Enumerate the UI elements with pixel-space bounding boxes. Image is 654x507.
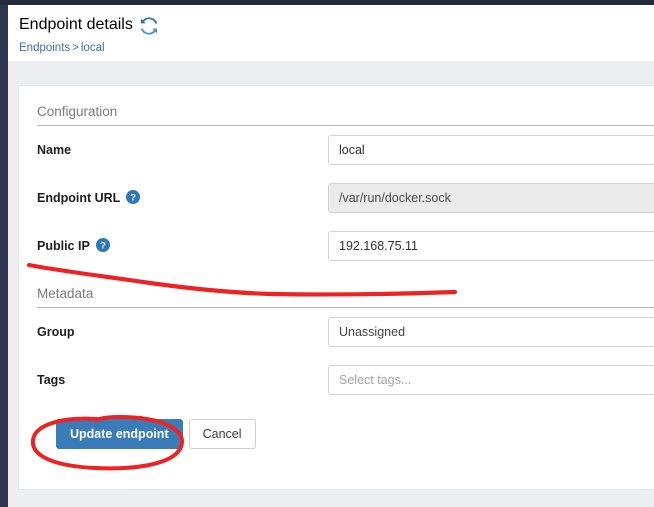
breadcrumb-current-local: local bbox=[80, 42, 105, 54]
name-input[interactable]: local bbox=[328, 135, 654, 165]
breadcrumb: Endpoints > local bbox=[19, 42, 654, 54]
form-row-tags: Tags Select tags... bbox=[37, 356, 654, 404]
breadcrumb-separator: > bbox=[72, 42, 79, 54]
form-row-endpoint-url: Endpoint URL ? /var/run/docker.sock bbox=[37, 174, 654, 222]
form-row-name: Name local bbox=[37, 126, 654, 174]
help-icon-svg: ? bbox=[126, 189, 141, 204]
refresh-icon-svg bbox=[140, 17, 158, 35]
endpoint-details-panel: Configuration Name local Endpoint URL ? … bbox=[18, 85, 654, 490]
endpoint-url-input: /var/run/docker.sock bbox=[328, 183, 654, 213]
public-ip-input[interactable]: 192.168.75.11 bbox=[328, 231, 654, 261]
label-tags: Tags bbox=[37, 373, 328, 387]
label-endpoint-url-text: Endpoint URL bbox=[37, 191, 121, 205]
form-row-public-ip: Public IP ? 192.168.75.11 bbox=[37, 222, 654, 270]
help-icon-svg: ? bbox=[95, 237, 110, 252]
label-endpoint-url: Endpoint URL ? bbox=[37, 189, 328, 207]
cancel-button[interactable]: Cancel bbox=[188, 419, 256, 449]
breadcrumb-link-endpoints[interactable]: Endpoints bbox=[19, 42, 70, 54]
help-icon-endpoint-url[interactable]: ? bbox=[126, 189, 141, 207]
action-button-row: Update endpoint Cancel bbox=[37, 419, 654, 449]
title-row: Endpoint details bbox=[19, 12, 654, 38]
label-tags-text: Tags bbox=[37, 373, 66, 387]
section-header-configuration: Configuration bbox=[37, 86, 654, 126]
tags-select[interactable]: Select tags... bbox=[328, 365, 654, 395]
section-header-metadata: Metadata bbox=[37, 270, 654, 308]
svg-text:?: ? bbox=[100, 240, 106, 251]
label-name-text: Name bbox=[37, 143, 72, 157]
label-name: Name bbox=[37, 143, 328, 157]
page-header: Endpoint details Endpoints > local bbox=[8, 5, 654, 61]
form-row-group: Group Unassigned bbox=[37, 308, 654, 356]
label-public-ip: Public IP ? bbox=[37, 237, 328, 255]
page-title: Endpoint details bbox=[19, 16, 133, 33]
sidebar-rail bbox=[0, 5, 8, 507]
refresh-icon[interactable] bbox=[140, 15, 158, 35]
update-endpoint-button[interactable]: Update endpoint bbox=[56, 419, 183, 449]
group-select[interactable]: Unassigned bbox=[328, 317, 654, 347]
svg-text:?: ? bbox=[130, 192, 136, 203]
help-icon-public-ip[interactable]: ? bbox=[95, 237, 110, 255]
label-group: Group bbox=[37, 325, 328, 339]
label-group-text: Group bbox=[37, 325, 75, 339]
label-public-ip-text: Public IP bbox=[37, 239, 90, 253]
